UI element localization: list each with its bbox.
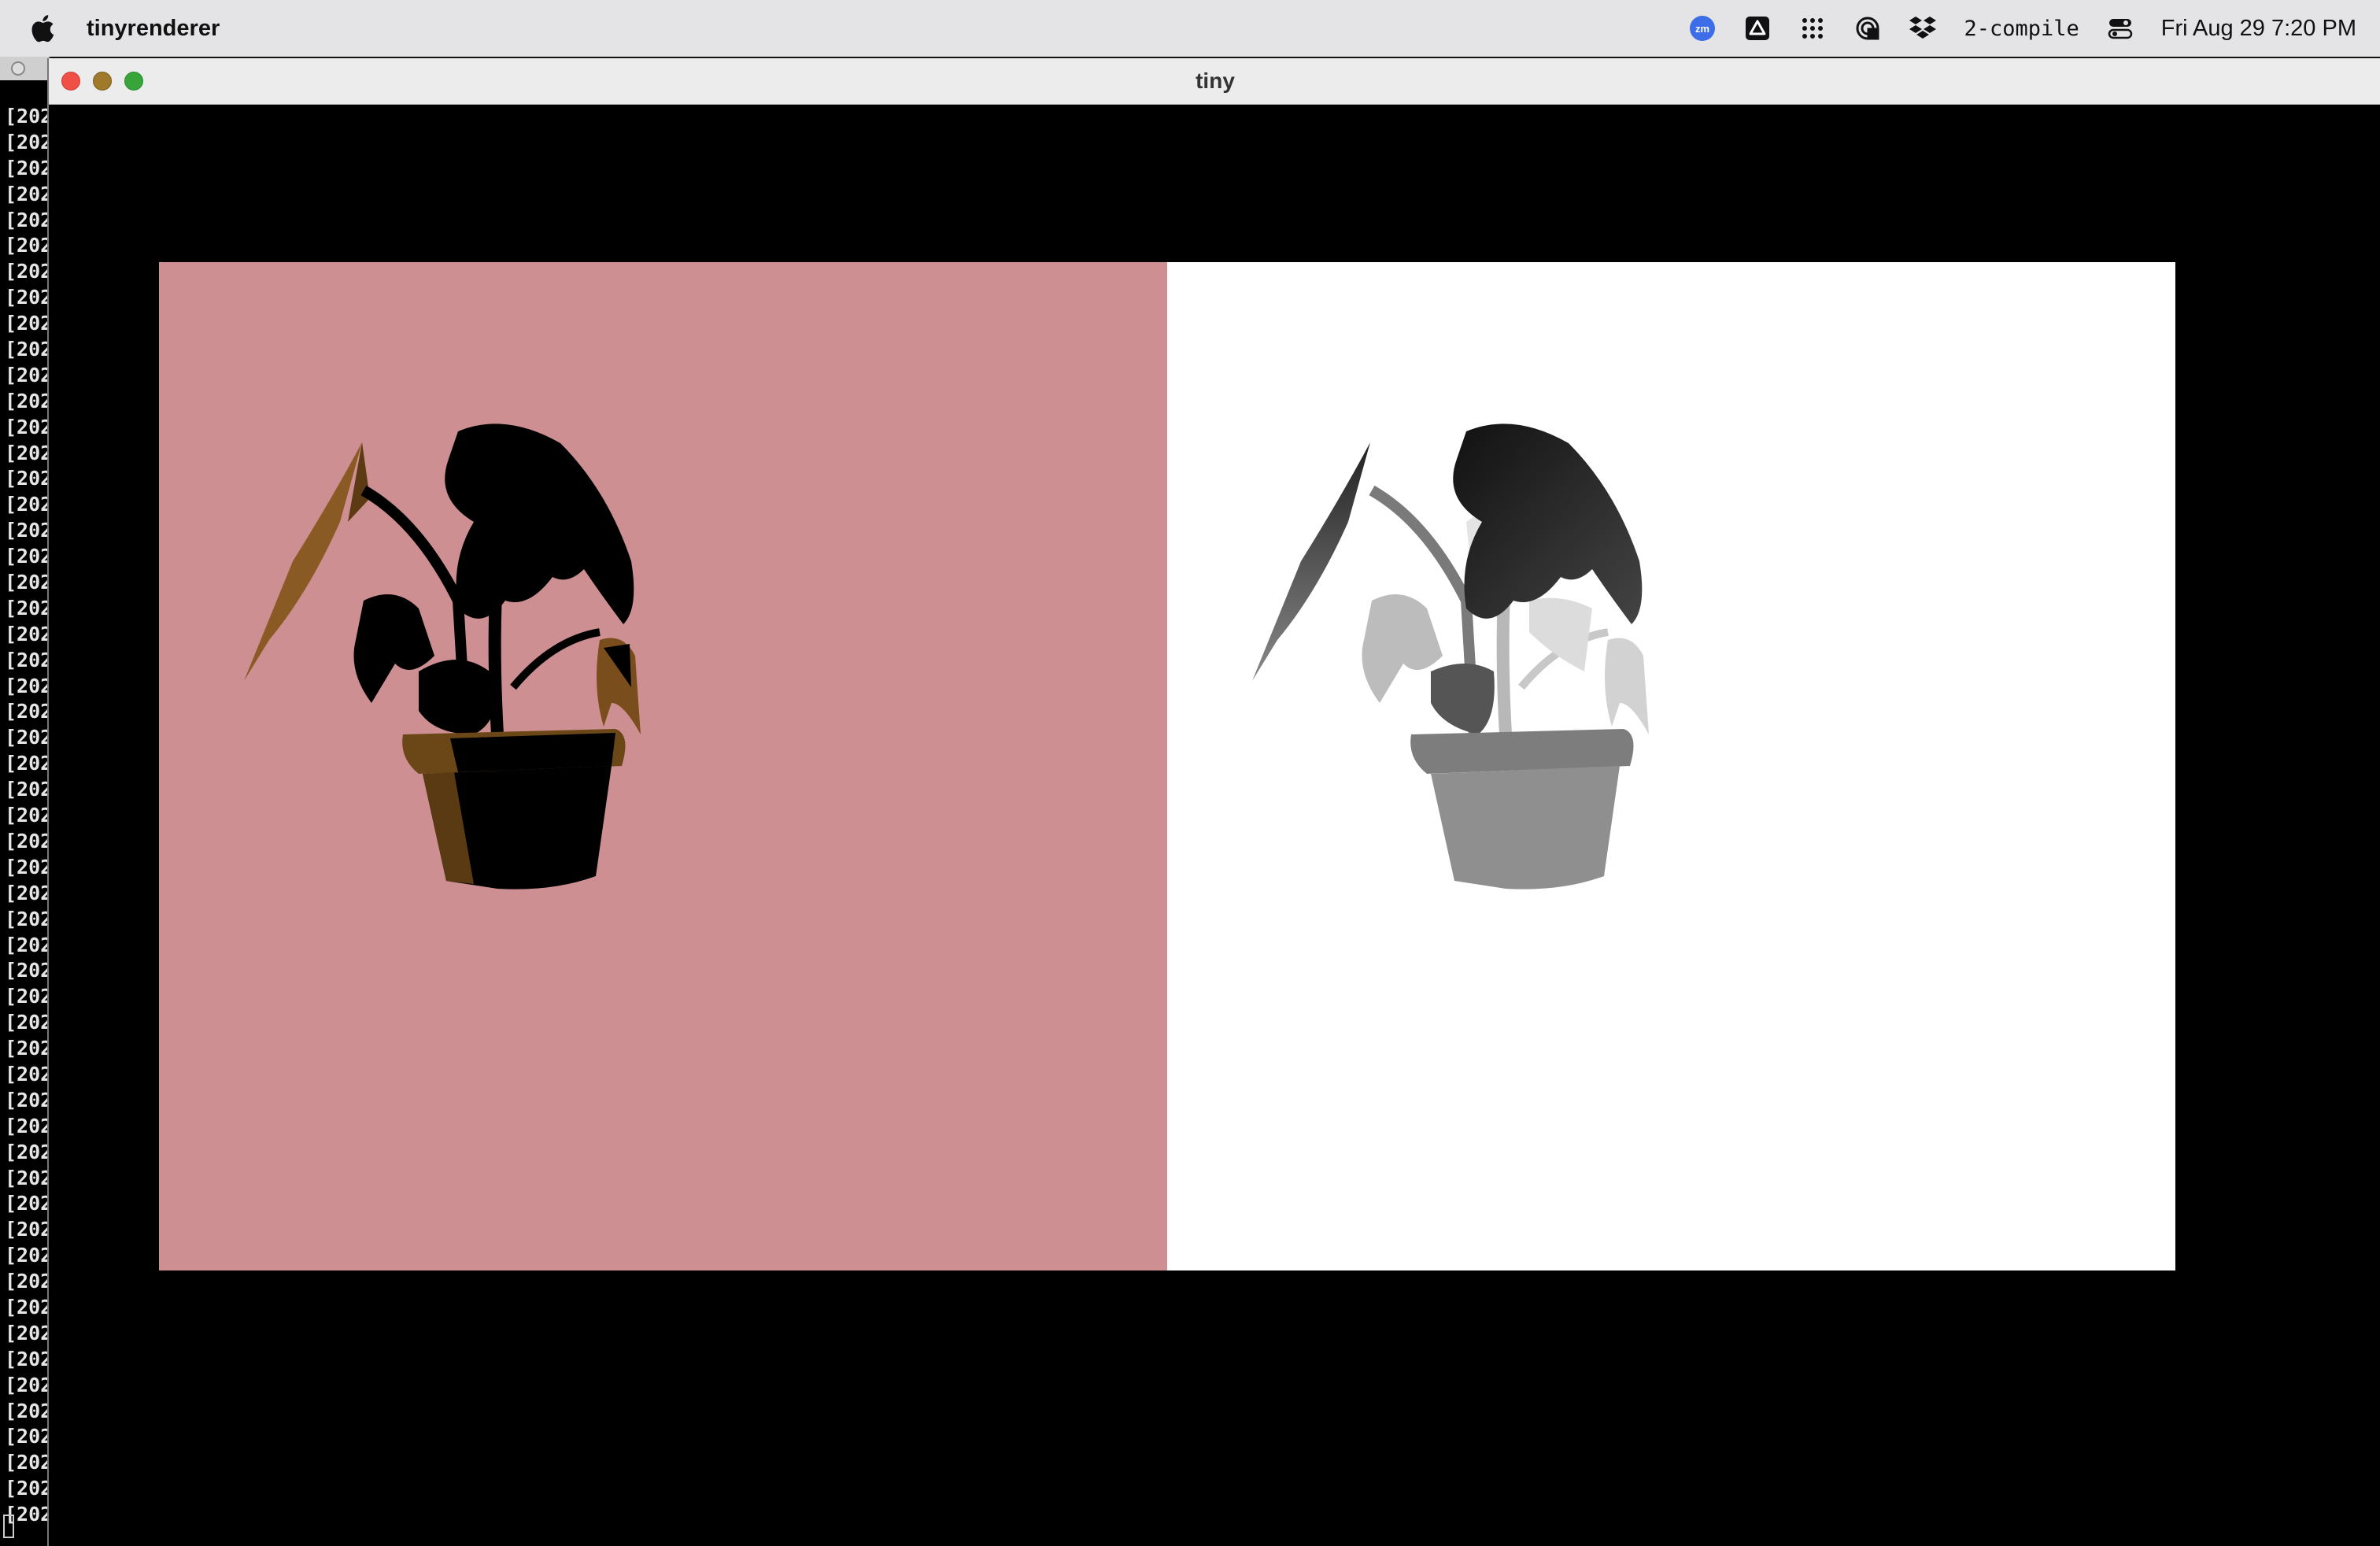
terminal-line: [202 bbox=[5, 1270, 50, 1293]
dropbox-icon[interactable] bbox=[1909, 14, 1937, 43]
terminal-line: [202 bbox=[5, 545, 50, 568]
terminal-line: [202 bbox=[5, 1062, 50, 1086]
terminal-line: [202 bbox=[5, 829, 50, 853]
grid-dots-icon[interactable] bbox=[1798, 14, 1827, 43]
terminal-line: [202 bbox=[5, 363, 50, 386]
terminal-line: [202 bbox=[5, 907, 50, 930]
terminal-line: [202 bbox=[5, 571, 50, 594]
terminal-line: [202 bbox=[5, 467, 50, 490]
terminal-line: [202 bbox=[5, 208, 50, 231]
terminal-line: [202 bbox=[5, 519, 50, 542]
terminal-line: [202 bbox=[5, 105, 50, 128]
terminal-line: [202 bbox=[5, 286, 50, 309]
svg-text:zm: zm bbox=[1695, 23, 1709, 35]
terminal-line: [202 bbox=[5, 778, 50, 801]
terminal-line: [202 bbox=[5, 389, 50, 412]
terminal-line: [202 bbox=[5, 700, 50, 723]
terminal-line: [202 bbox=[5, 234, 50, 257]
terminal-line: [202 bbox=[5, 1425, 50, 1448]
terminal-line: [202 bbox=[5, 260, 50, 283]
terminal-line: [202 bbox=[5, 130, 50, 153]
terminal-line: [202 bbox=[5, 338, 50, 361]
terminal-line: [202 bbox=[5, 622, 50, 645]
terminal-line: [202 bbox=[5, 1192, 50, 1215]
terminal-line: [202 bbox=[5, 1373, 50, 1396]
window-titlebar[interactable]: tiny bbox=[49, 58, 2380, 105]
terminal-cursor bbox=[3, 1515, 14, 1538]
terminal-line: [202 bbox=[5, 1166, 50, 1189]
menu-clock[interactable]: Fri Aug 29 7:20 PM bbox=[2161, 16, 2356, 42]
terminal-line: [202 bbox=[5, 674, 50, 697]
app-name-menu[interactable]: tinyrenderer bbox=[87, 16, 220, 42]
terminal-line: [202 bbox=[5, 881, 50, 904]
terminal-line: [202 bbox=[5, 804, 50, 827]
status-area: zm 2-compile Fri Aug 29 7:20 PM bbox=[1688, 14, 2356, 43]
shaded-render-pane bbox=[159, 262, 1167, 1270]
terminal-line: [202 bbox=[5, 726, 50, 749]
terminal-output: [202 [202 [202 [202 [202 [202 [202 [202 [202 [202… bbox=[5, 104, 50, 1528]
terminal-line: [202 bbox=[5, 312, 50, 335]
terminal-line: [202 bbox=[5, 933, 50, 956]
background-terminal[interactable]: [202 [202 [202 [202 [202 [202 [202 [202 [202 [202… bbox=[0, 57, 50, 1546]
terminal-line: [202 bbox=[5, 182, 50, 205]
terminal-line: [202 bbox=[5, 855, 50, 878]
terminal-line: [202 bbox=[5, 1218, 50, 1241]
depth-plant-render bbox=[1252, 423, 1649, 890]
shaded-plant-render bbox=[244, 423, 641, 890]
terminal-line: [202 bbox=[5, 959, 50, 982]
drive-icon[interactable] bbox=[1743, 14, 1772, 43]
terminal-line: [202 bbox=[5, 596, 50, 620]
terminal-line: [202 bbox=[5, 1399, 50, 1422]
terminal-line: [202 bbox=[5, 156, 50, 179]
terminal-line: [202 bbox=[5, 441, 50, 464]
zoom-icon[interactable]: zm bbox=[1688, 14, 1717, 43]
screen-share-icon[interactable] bbox=[1853, 14, 1882, 43]
terminal-line: [202 bbox=[5, 1140, 50, 1163]
terminal-line: [202 bbox=[5, 1295, 50, 1319]
terminal-line: [202 bbox=[5, 1037, 50, 1060]
depth-render-pane bbox=[1167, 262, 2175, 1270]
terminal-line: [202 bbox=[5, 1347, 50, 1370]
terminal-line: [202 bbox=[5, 1244, 50, 1267]
terminal-line: [202 bbox=[5, 415, 50, 438]
terminal-line: [202 bbox=[5, 1011, 50, 1034]
terminal-line: [202 bbox=[5, 1451, 50, 1474]
apple-icon[interactable] bbox=[28, 13, 55, 44]
terminal-line: [202 bbox=[5, 752, 50, 775]
terminal-line: [202 bbox=[5, 985, 50, 1008]
terminal-close-button[interactable] bbox=[11, 61, 25, 76]
terminal-line: [202 bbox=[5, 1321, 50, 1344]
terminal-line: [202 bbox=[5, 648, 50, 671]
control-center-icon[interactable] bbox=[2106, 14, 2134, 43]
status-label[interactable]: 2-compile bbox=[1964, 17, 2079, 41]
terminal-line: [202 bbox=[5, 1088, 50, 1111]
menu-bar: tinyrenderer zm 2-compile Fri Aug 29 7:2… bbox=[0, 0, 2380, 57]
terminal-line: [202 bbox=[5, 1477, 50, 1500]
terminal-titlebar bbox=[0, 57, 49, 80]
terminal-line: [202 bbox=[5, 1114, 50, 1137]
terminal-line: [202 bbox=[5, 493, 50, 516]
window-title: tiny bbox=[1196, 68, 1235, 93]
